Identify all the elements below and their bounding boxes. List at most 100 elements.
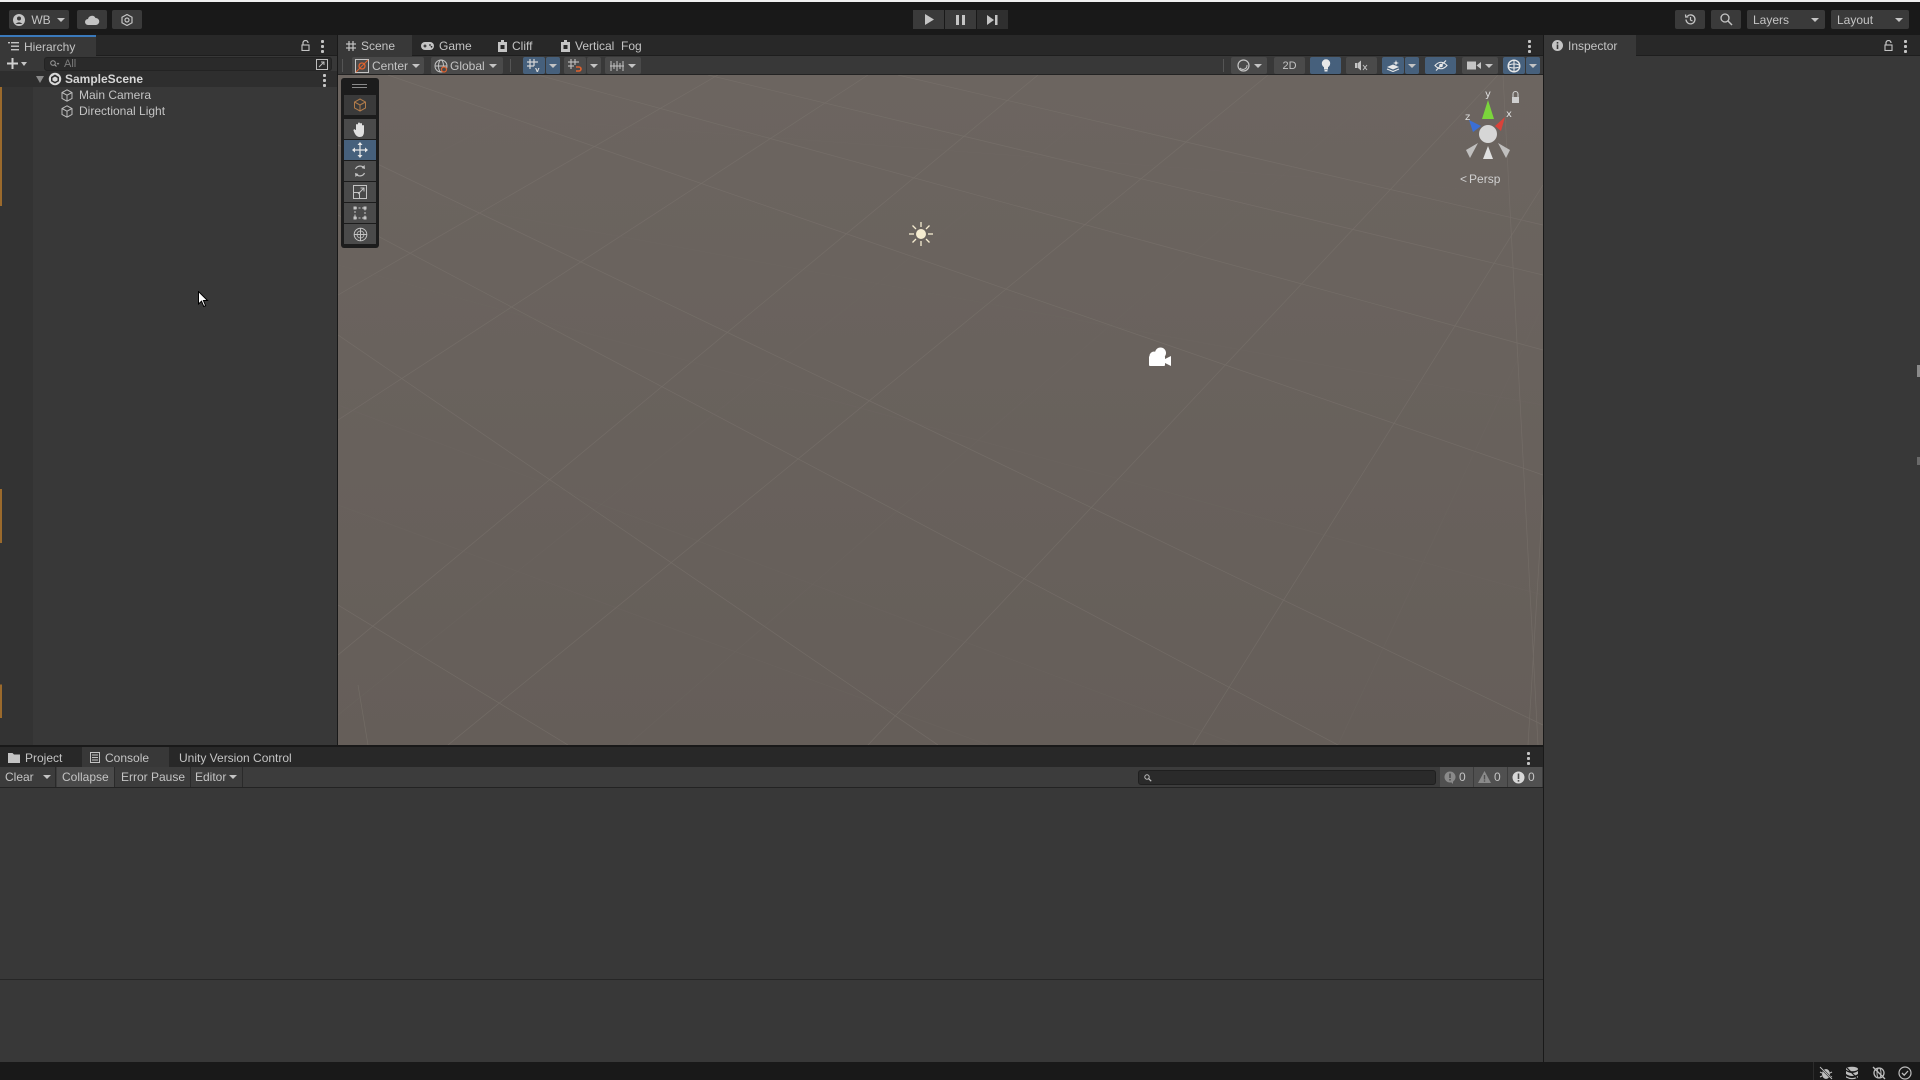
collapse-toggle[interactable]: Collapse	[57, 767, 115, 787]
lock-icon[interactable]	[301, 40, 310, 51]
network-off-icon[interactable]	[1872, 1066, 1886, 1080]
more-options-icon[interactable]	[1528, 40, 1531, 55]
history-icon	[1684, 14, 1696, 25]
warning-count-toggle[interactable]: 0	[1474, 767, 1507, 787]
clear-button[interactable]: Clear	[0, 767, 39, 787]
grid-snap-icon	[568, 59, 582, 72]
video-camera-icon	[1467, 61, 1481, 70]
pause-button[interactable]	[945, 10, 976, 29]
grid-visibility-dropdown[interactable]	[546, 57, 560, 74]
console-tab-bar: Project Console Unity Version Control	[0, 747, 1543, 768]
camera-settings-dropdown[interactable]	[1462, 57, 1498, 74]
status-bar	[0, 1062, 1920, 1080]
tab-vertical-fog[interactable]: Vertical Fog	[553, 35, 650, 56]
console-detail-divider[interactable]	[0, 979, 1543, 980]
toolbar-separator	[510, 59, 511, 72]
lock-icon[interactable]	[1884, 40, 1893, 51]
orientation-gizmo[interactable]: y x z < Persp	[1438, 84, 1538, 194]
ruler-snap-icon	[610, 60, 624, 71]
gizmos-dropdown[interactable]	[1526, 57, 1540, 74]
hand-tool-button[interactable]	[344, 119, 376, 139]
search-placeholder: All	[64, 58, 77, 70]
projection-toggle[interactable]: < Persp	[1460, 172, 1500, 186]
search-in-scene-icon[interactable]	[316, 59, 328, 70]
error-circle-icon	[1512, 771, 1525, 783]
cloud-button[interactable]	[77, 10, 107, 29]
package-settings-button[interactable]	[112, 10, 142, 29]
clear-options-dropdown[interactable]	[40, 767, 56, 787]
check-circle-icon[interactable]	[1898, 1066, 1912, 1080]
create-button[interactable]	[7, 57, 33, 70]
tab-inspector[interactable]: Inspector	[1544, 35, 1636, 56]
gizmo-y-label: y	[1485, 89, 1491, 100]
layout-label: Layout	[1837, 12, 1874, 27]
axis-gizmo-icon[interactable]: y x z	[1438, 84, 1538, 164]
step-button[interactable]	[977, 10, 1008, 29]
grid-hash-icon	[346, 40, 356, 51]
pivot-label: Center	[372, 58, 409, 73]
layout-dropdown[interactable]: Layout	[1831, 10, 1909, 29]
move-tool-button[interactable]	[344, 140, 376, 160]
chevron-down-icon	[1895, 17, 1903, 22]
scene-row[interactable]: SampleScene	[0, 71, 337, 87]
draw-mode-dropdown[interactable]	[1231, 57, 1267, 74]
error-count-toggle[interactable]: 0	[1508, 767, 1542, 787]
account-dropdown[interactable]: WB	[9, 10, 69, 29]
layers-dropdown[interactable]: Layers	[1747, 10, 1825, 29]
gizmos-toggle[interactable]	[1503, 57, 1525, 74]
console-search-input[interactable]	[1138, 770, 1436, 785]
rotate-tool-button[interactable]	[344, 161, 376, 181]
chevron-down-icon	[628, 63, 636, 68]
increment-snapping-button[interactable]	[605, 57, 641, 74]
tab-unity-version-control[interactable]: Unity Version Control	[169, 747, 300, 768]
scale-tool-button[interactable]	[344, 182, 376, 202]
gizmo-lock-icon[interactable]	[1512, 97, 1519, 103]
tab-cliff[interactable]: Cliff	[490, 35, 540, 56]
rect-tool-button[interactable]	[344, 203, 376, 223]
overlay-drag-handle-icon[interactable]	[352, 84, 367, 85]
effects-dropdown[interactable]	[1405, 57, 1419, 74]
debug-off-icon[interactable]	[1819, 1066, 1833, 1080]
space-mode-dropdown[interactable]: Global	[431, 57, 503, 74]
pivot-mode-dropdown[interactable]: Center	[352, 57, 424, 74]
log-count: 0	[1459, 770, 1466, 784]
more-options-icon[interactable]	[1904, 40, 1907, 55]
expand-arrow-icon[interactable]	[36, 76, 44, 83]
hand-icon	[353, 122, 364, 137]
error-pause-toggle[interactable]: Error Pause	[116, 767, 192, 787]
chevron-left-icon: <	[1460, 172, 1468, 186]
hierarchy-item[interactable]: Main Camera	[0, 87, 337, 103]
play-button[interactable]	[913, 10, 944, 29]
gameobject-cube-icon	[61, 89, 73, 102]
grid-snapping-dropdown[interactable]	[587, 57, 601, 74]
tab-game[interactable]: Game	[413, 35, 480, 56]
projection-label: Persp	[1469, 172, 1501, 186]
tab-project[interactable]: Project	[0, 747, 70, 768]
rotate-icon	[354, 165, 366, 177]
shading-sphere-icon	[1236, 59, 1250, 72]
tab-console[interactable]: Console	[82, 747, 169, 768]
editor-target-dropdown[interactable]: Editor	[190, 767, 244, 787]
hierarchy-search-input[interactable]: All	[44, 57, 332, 71]
directional-light-gizmo-icon[interactable]	[908, 221, 934, 247]
more-options-icon[interactable]	[321, 40, 324, 55]
audio-toggle[interactable]	[1346, 57, 1377, 74]
lighting-toggle[interactable]	[1310, 57, 1341, 74]
tab-scene[interactable]: Scene	[338, 35, 412, 56]
camera-gizmo-icon[interactable]	[1146, 347, 1172, 369]
effects-toggle[interactable]	[1382, 57, 1404, 74]
grid-visibility-button[interactable]: y	[523, 57, 545, 74]
scene-visibility-toggle[interactable]	[1425, 57, 1456, 74]
view-tool-button[interactable]	[344, 95, 376, 115]
cache-server-icon[interactable]	[1845, 1066, 1859, 1080]
hierarchy-item[interactable]: Directional Light	[0, 103, 337, 119]
grid-snapping-button[interactable]	[564, 57, 586, 74]
toggle-2d-button[interactable]: 2D	[1274, 57, 1305, 74]
tab-hierarchy[interactable]: Hierarchy	[0, 35, 96, 56]
more-options-icon[interactable]	[1527, 752, 1530, 767]
undo-history-button[interactable]	[1675, 10, 1705, 29]
search-button[interactable]	[1711, 10, 1741, 29]
scene-name: SampleScene	[65, 72, 144, 86]
transform-tool-button[interactable]	[344, 224, 376, 244]
log-count-toggle[interactable]: 0	[1440, 767, 1473, 787]
